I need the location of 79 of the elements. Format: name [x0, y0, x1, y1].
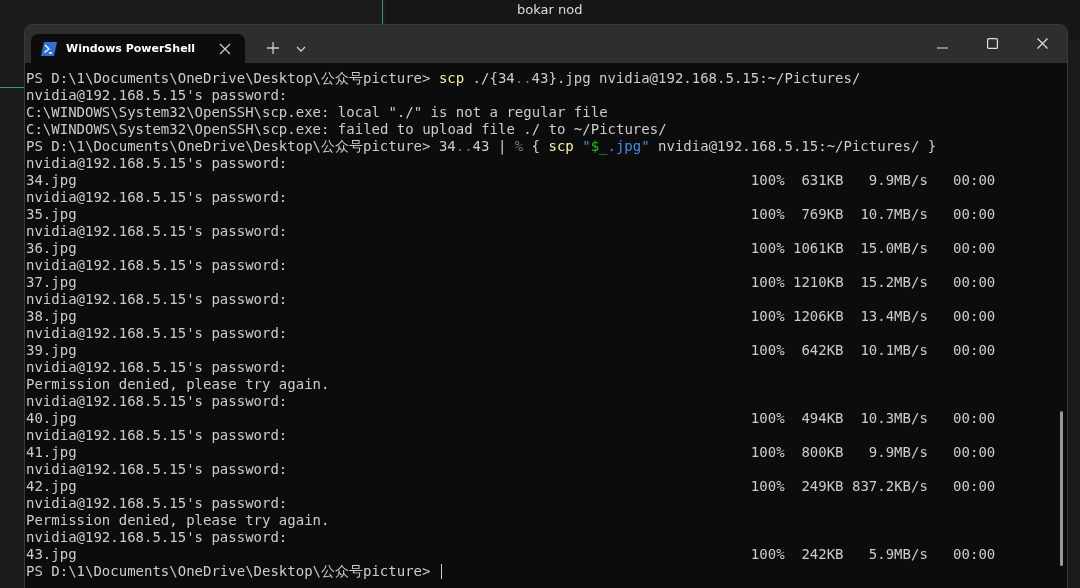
size-text: 642KB — [800, 342, 844, 359]
size-text: 1210KB — [792, 274, 844, 291]
percent-text: 100% — [750, 444, 785, 461]
time-text: 00:00 — [952, 172, 996, 189]
desktop-text: bokar nod — [517, 2, 583, 17]
maximize-icon[interactable] — [987, 38, 998, 49]
file-name: 34.jpg — [26, 172, 78, 189]
output-line: nvidia@192.168.5.15's password: — [26, 223, 289, 240]
percent-text: 100% — [750, 478, 785, 495]
scrollbar-thumb[interactable] — [1060, 411, 1063, 566]
output-line: Permission denied, please try again. — [26, 376, 331, 393]
size-text: 631KB — [800, 172, 844, 189]
output-line: nvidia@192.168.5.15's password: — [26, 461, 289, 478]
close-icon[interactable] — [219, 42, 231, 55]
tab[interactable]: Windows PowerShell — [31, 34, 245, 63]
speed-text: 9.9MB/s — [867, 444, 928, 461]
percent-text: 100% — [750, 410, 785, 427]
output-line: nvidia@192.168.5.15's password: — [26, 325, 289, 342]
output-line: nvidia@192.168.5.15's password: — [26, 359, 289, 376]
size-text: 242KB — [800, 546, 844, 563]
plus-icon[interactable] — [267, 42, 279, 54]
speed-text: 13.4MB/s — [859, 308, 928, 325]
speed-text: 10.7MB/s — [859, 206, 928, 223]
size-text: 1206KB — [792, 308, 844, 325]
file-name: 39.jpg — [26, 342, 78, 359]
file-name: 35.jpg — [26, 206, 78, 223]
speed-text: 15.2MB/s — [859, 274, 928, 291]
file-name: 38.jpg — [26, 308, 78, 325]
size-text: 249KB — [800, 478, 844, 495]
time-text: 00:00 — [952, 308, 996, 325]
output-line: C:\WINDOWS\System32\OpenSSH\scp.exe: local "./" is not a regular file — [26, 104, 609, 121]
time-text: 00:00 — [952, 206, 996, 223]
close-icon[interactable] — [1037, 38, 1048, 49]
file-name: 41.jpg — [26, 444, 78, 461]
percent-text: 100% — [750, 240, 785, 257]
output-line: nvidia@192.168.5.15's password: — [26, 155, 289, 172]
percent-text: 100% — [750, 342, 785, 359]
output-line: C:\WINDOWS\System32\OpenSSH\scp.exe: failed to upload file ./ to ~/Pictures/ — [26, 121, 668, 138]
command-line: PS D:\1\Documents\OneDrive\Desktop\公众号picture> 34..43 | % { scp "$_.jpg" nvidia@192.168.5.15:~/Pictures/ } — [26, 138, 938, 155]
speed-text: 15.0MB/s — [859, 240, 928, 257]
speed-text: 10.3MB/s — [859, 410, 928, 427]
percent-text: 100% — [750, 308, 785, 325]
percent-text: 100% — [750, 546, 785, 563]
size-text: 800KB — [800, 444, 844, 461]
output-line: nvidia@192.168.5.15's password: — [26, 529, 289, 546]
time-text: 00:00 — [952, 410, 996, 427]
size-text: 1061KB — [792, 240, 844, 257]
time-text: 00:00 — [952, 274, 996, 291]
time-text: 00:00 — [952, 342, 996, 359]
prompt-text: PS D:\1\Documents\OneDrive\Desktop\公众号picture> — [26, 563, 432, 580]
time-text: 00:00 — [952, 444, 996, 461]
output-line: Permission denied, please try again. — [26, 512, 331, 529]
output-line: nvidia@192.168.5.15's password: — [26, 257, 289, 274]
output-line: nvidia@192.168.5.15's password: — [26, 393, 289, 410]
percent-text: 100% — [750, 206, 785, 223]
powershell-icon — [41, 41, 57, 56]
speed-text: 9.9MB/s — [867, 172, 928, 189]
file-name: 43.jpg — [26, 546, 78, 563]
output-line: nvidia@192.168.5.15's password: — [26, 291, 289, 308]
speed-text: 837.2KB/s — [851, 478, 928, 495]
speed-text: 10.1MB/s — [859, 342, 928, 359]
percent-text: 100% — [750, 172, 785, 189]
size-text: 494KB — [800, 410, 844, 427]
chevron-down-icon[interactable] — [296, 46, 306, 52]
file-name: 40.jpg — [26, 410, 78, 427]
percent-text: 100% — [750, 274, 785, 291]
time-text: 00:00 — [952, 478, 996, 495]
size-text: 769KB — [800, 206, 844, 223]
file-name: 36.jpg — [26, 240, 78, 257]
time-text: 00:00 — [952, 240, 996, 257]
file-name: 37.jpg — [26, 274, 78, 291]
output-line: nvidia@192.168.5.15's password: — [26, 427, 289, 444]
command-line: PS D:\1\Documents\OneDrive\Desktop\公众号picture> scp ./{34..43}.jpg nvidia@192.168.5.15:~/Pictures/ — [26, 70, 862, 87]
output-line: nvidia@192.168.5.15's password: — [26, 189, 289, 206]
output-line: nvidia@192.168.5.15's password: — [26, 87, 289, 104]
time-text: 00:00 — [952, 546, 996, 563]
output-line: nvidia@192.168.5.15's password: — [26, 495, 289, 512]
speed-text: 5.9MB/s — [867, 546, 928, 563]
file-name: 42.jpg — [26, 478, 78, 495]
